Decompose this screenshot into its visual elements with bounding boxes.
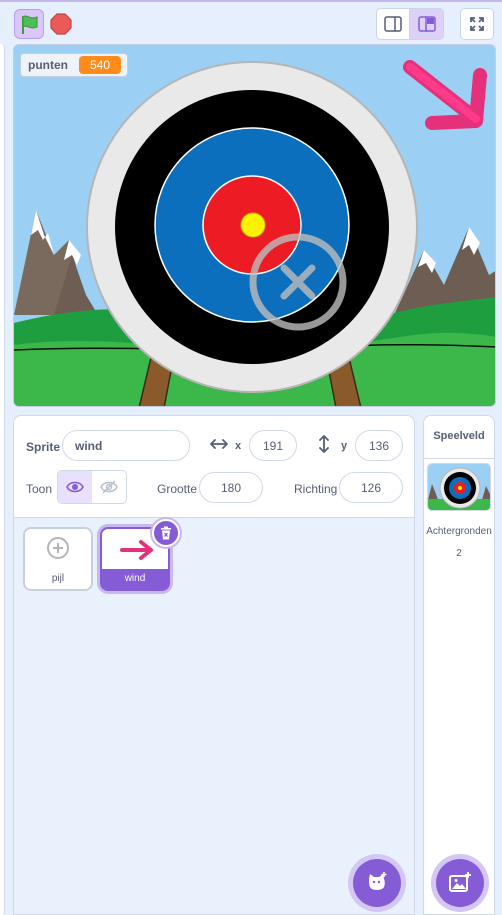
eye-hidden-icon — [100, 480, 118, 494]
monitor-value: 540 — [79, 56, 122, 74]
x-label: x — [235, 440, 242, 452]
show-label: Toon — [26, 482, 53, 496]
stage-selector-pane: Speelveld Achtergronden 2 — [423, 415, 495, 915]
stage-canvas[interactable]: punten 540 — [13, 44, 496, 407]
sprite-name-input[interactable]: wind — [62, 430, 190, 461]
sprite-info-panel: Sprite wind x 191 y 136 Toon Grootte 180… — [13, 415, 415, 518]
stage-size-toggle — [376, 8, 444, 40]
show-button[interactable] — [58, 471, 92, 503]
trash-icon — [161, 526, 171, 540]
backdrop-thumb-icon — [428, 464, 490, 510]
add-backdrop-button[interactable] — [436, 859, 484, 907]
size-input[interactable]: 180 — [199, 472, 263, 503]
fullscreen-button[interactable] — [460, 8, 494, 40]
sprite-tile-pijl[interactable]: pijl — [23, 527, 93, 591]
size-label: Grootte — [157, 482, 198, 496]
y-arrows-icon — [318, 435, 330, 456]
eye-icon — [66, 481, 84, 493]
stage-toolbar — [0, 0, 502, 44]
stage-thumbnail[interactable] — [427, 463, 491, 511]
small-stage-icon — [384, 16, 402, 32]
stage-pane-title: Speelveld — [433, 430, 485, 442]
direction-input[interactable]: 126 — [339, 472, 403, 503]
normal-stage-button[interactable] — [410, 8, 444, 40]
variable-monitor[interactable]: punten 540 — [20, 53, 129, 77]
hide-button[interactable] — [92, 471, 126, 503]
code-area-edge — [0, 44, 5, 915]
y-position-input[interactable]: 136 — [355, 430, 403, 461]
backdrops-count: 2 — [456, 548, 462, 559]
sprite-tile-name: wind — [102, 569, 168, 589]
crosshair-thumb-icon — [47, 537, 69, 559]
direction-label: Richting — [294, 482, 338, 496]
x-position-input[interactable]: 191 — [249, 430, 297, 461]
sprite-tile-name: pijl — [51, 573, 65, 584]
stage-pane-divider — [424, 458, 494, 459]
arrow-thumb-icon — [120, 540, 153, 560]
y-label: y — [341, 440, 348, 452]
stop-icon — [50, 13, 72, 35]
stage-scene — [14, 45, 495, 406]
sprite-list: pijl wind — [13, 517, 415, 915]
x-arrows-icon — [210, 437, 228, 454]
green-flag-button[interactable] — [14, 9, 44, 39]
cat-plus-icon — [369, 872, 387, 890]
visibility-toggle — [57, 470, 127, 504]
target-bullseye — [240, 212, 266, 238]
normal-stage-icon — [417, 16, 436, 32]
sprite-label: Sprite — [26, 440, 61, 454]
add-sprite-button[interactable] — [353, 859, 401, 907]
small-stage-button[interactable] — [376, 8, 410, 40]
image-plus-icon — [449, 872, 471, 892]
backdrops-label: Achtergronden — [426, 526, 492, 537]
stop-button[interactable] — [50, 13, 72, 35]
green-flag-icon — [22, 15, 38, 34]
monitor-label: punten — [28, 58, 68, 72]
delete-sprite-button[interactable] — [152, 519, 180, 547]
fullscreen-icon — [470, 17, 484, 31]
